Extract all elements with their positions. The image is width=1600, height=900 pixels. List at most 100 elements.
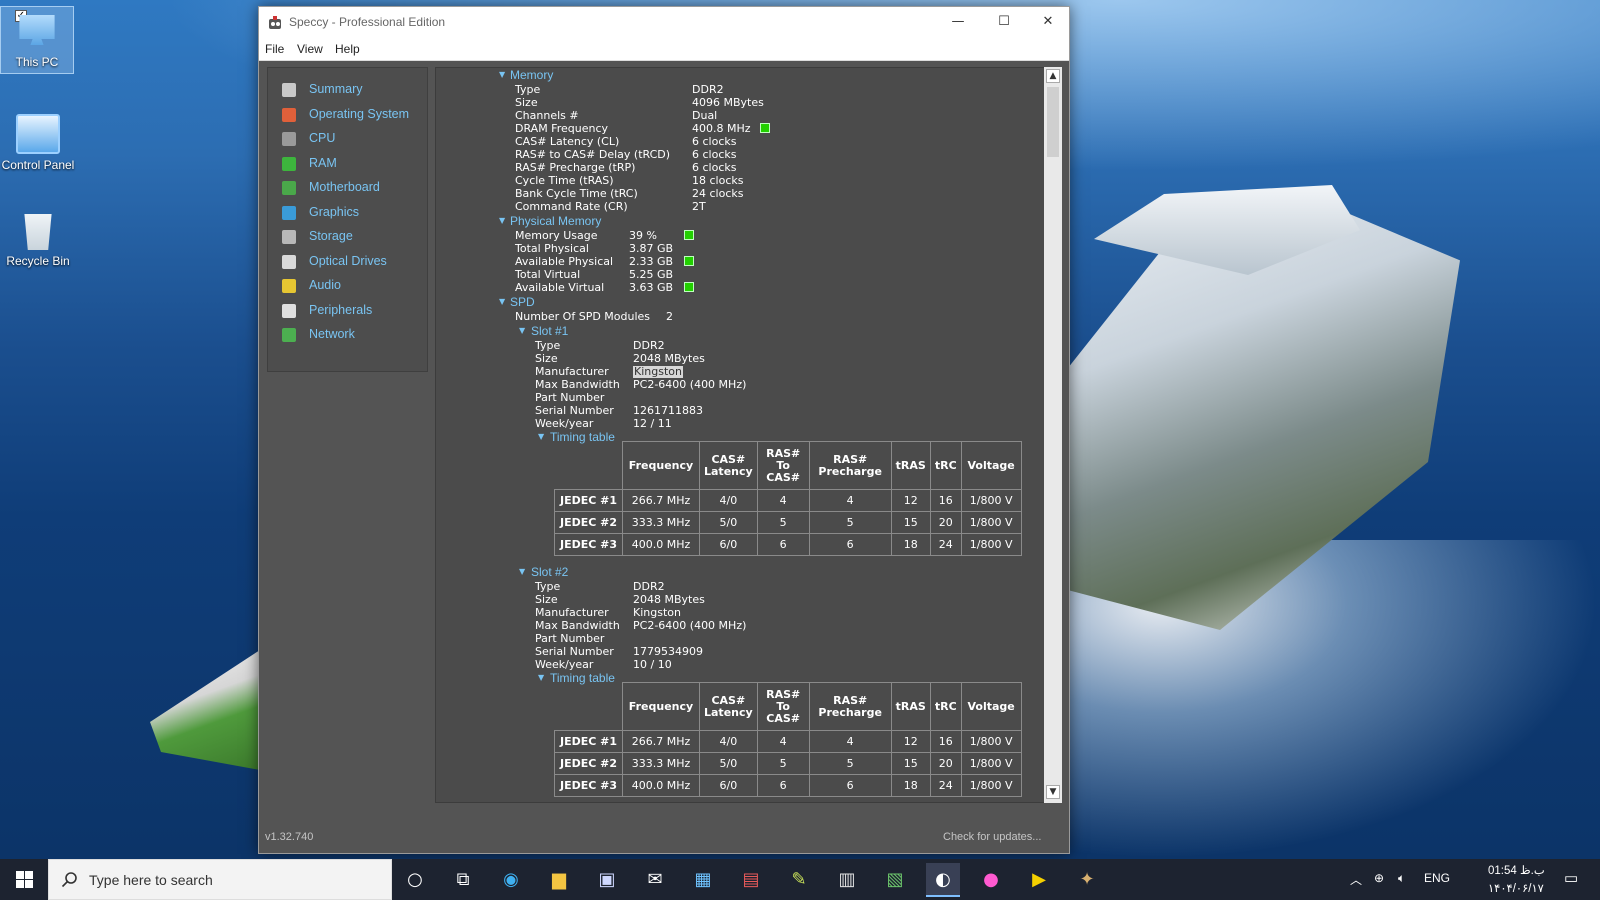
table-cell: 4 bbox=[756, 489, 810, 512]
media-player-icon[interactable]: ▶ bbox=[1022, 863, 1056, 897]
status-indicator-icon bbox=[684, 282, 694, 292]
table-cell: 4 bbox=[808, 730, 892, 753]
desktop-icon-this-pc[interactable]: ✓ This PC bbox=[0, 6, 74, 74]
file-explorer-icon[interactable]: ▆ bbox=[542, 863, 576, 897]
show-hidden-icons-chevron-icon[interactable]: ︿ bbox=[1350, 871, 1362, 888]
menu-file[interactable]: File bbox=[265, 42, 284, 56]
sidebar-item-peripherals[interactable]: Peripherals bbox=[282, 301, 432, 321]
windows-icon bbox=[282, 108, 296, 122]
notification-center-icon[interactable]: ▭ bbox=[1564, 869, 1578, 887]
scroll-thumb[interactable] bbox=[1047, 87, 1059, 157]
section-heading-memory[interactable]: Memory bbox=[510, 69, 553, 81]
memory-row-label: DRAM Frequency bbox=[515, 122, 609, 135]
memory-row-value: Dual bbox=[692, 109, 718, 122]
table-cell: 1/800 V bbox=[960, 489, 1022, 512]
slot-row-value: 2048 MBytes bbox=[633, 593, 705, 606]
extra-app-icon[interactable]: ✦ bbox=[1070, 863, 1104, 897]
sidebar-item-audio[interactable]: Audio bbox=[282, 276, 432, 296]
sidebar-item-motherboard[interactable]: Motherboard bbox=[282, 178, 432, 198]
language-indicator[interactable]: ENG bbox=[1424, 871, 1450, 885]
taskbar-search-box[interactable]: Type here to search bbox=[48, 859, 392, 900]
slot-row-value: DDR2 bbox=[633, 580, 665, 593]
memory-row-value: 24 clocks bbox=[692, 187, 744, 200]
collapse-arrow-icon[interactable]: ▼ bbox=[519, 326, 525, 335]
sidebar-item-graphics[interactable]: Graphics bbox=[282, 203, 432, 223]
volume-icon[interactable]: 🔈︎ bbox=[1398, 871, 1405, 886]
slot-heading[interactable]: Slot #2 bbox=[531, 566, 568, 578]
sidebar-item-ram[interactable]: RAM bbox=[282, 154, 432, 174]
minimize-button[interactable]: — bbox=[935, 7, 981, 37]
sidebar-item-cpu[interactable]: CPU bbox=[282, 129, 432, 149]
sidebar-item-summary[interactable]: Summary bbox=[282, 80, 432, 100]
timing-table: Frequency CAS# Latency RAS# To CAS# RAS# Pr… bbox=[554, 441, 1022, 556]
memory-row-label: Bank Cycle Time (tRC) bbox=[515, 187, 638, 200]
globe-network-icon[interactable]: ⊕ bbox=[1374, 871, 1384, 885]
section-heading-physical-memory[interactable]: Physical Memory bbox=[510, 215, 601, 227]
table-header: RAS# Precharge bbox=[808, 682, 892, 731]
vertical-scrollbar[interactable]: ▲ ▼ bbox=[1044, 67, 1062, 803]
computer-icon bbox=[19, 15, 55, 45]
section-heading-spd[interactable]: SPD bbox=[510, 296, 535, 308]
menu-view[interactable]: View bbox=[297, 42, 323, 56]
slot-heading[interactable]: Slot #1 bbox=[531, 325, 568, 337]
microsoft-store-icon[interactable]: ▣ bbox=[590, 863, 624, 897]
table-cell: 20 bbox=[929, 511, 962, 534]
slot-row-label: Manufacturer bbox=[535, 365, 609, 378]
taskbar: Type here to search ○ ⧉ ◉ ▆ ▣ ✉ ▦ ▤ ✎ ▥ … bbox=[0, 859, 1600, 900]
image-app-icon[interactable]: ▤ bbox=[734, 863, 768, 897]
collapse-arrow-icon[interactable]: ▼ bbox=[538, 432, 544, 441]
table-corner bbox=[555, 442, 623, 490]
table-cell: 24 bbox=[929, 774, 962, 797]
speccy-taskbar-icon[interactable]: ◐ bbox=[926, 863, 960, 897]
scroll-down-arrow-icon[interactable]: ▼ bbox=[1046, 785, 1060, 799]
archive-app-icon[interactable]: ▥ bbox=[830, 863, 864, 897]
memory-row-label: Size bbox=[515, 96, 538, 109]
status-indicator-icon bbox=[760, 123, 770, 133]
slot-row-value[interactable]: Kingston bbox=[633, 366, 683, 378]
sidebar-item-storage[interactable]: Storage bbox=[282, 227, 432, 247]
desktop-icon-recycle-bin[interactable]: Recycle Bin bbox=[0, 210, 78, 268]
mail-icon[interactable]: ✉ bbox=[638, 863, 672, 897]
network-app-icon[interactable]: ▧ bbox=[878, 863, 912, 897]
clock-time[interactable]: 01:54 ب.ظ bbox=[1488, 863, 1545, 877]
collapse-arrow-icon[interactable]: ▼ bbox=[538, 673, 544, 682]
table-header: tRAS bbox=[890, 682, 931, 731]
desktop-icon-control-panel[interactable]: Control Panel bbox=[0, 114, 78, 172]
sidebar-item-operating-system[interactable]: Operating System bbox=[282, 105, 432, 125]
slot-row-label: Serial Number bbox=[535, 645, 614, 658]
collapse-arrow-icon[interactable]: ▼ bbox=[519, 567, 525, 576]
status-bar: v1.32.740 Check for updates... bbox=[259, 819, 1069, 853]
cortana-icon[interactable]: ○ bbox=[398, 863, 432, 897]
desktop-icon-label: Control Panel bbox=[1, 158, 75, 172]
maximize-button[interactable]: ☐ bbox=[981, 7, 1027, 37]
table-cell: 16 bbox=[929, 730, 962, 753]
physical-memory-row-label: Available Virtual bbox=[515, 281, 605, 294]
slot-row-label: Type bbox=[535, 339, 561, 352]
close-button[interactable]: ✕ bbox=[1025, 7, 1071, 37]
memory-row-label: Channels # bbox=[515, 109, 579, 122]
task-view-icon[interactable]: ⧉ bbox=[446, 863, 480, 897]
memory-row-value: 4096 MBytes bbox=[692, 96, 764, 109]
collapse-arrow-icon[interactable]: ▼ bbox=[499, 297, 505, 306]
table-cell: 4/0 bbox=[699, 489, 758, 512]
slot-row-value: 1261711883 bbox=[633, 404, 703, 417]
calculator-app-icon[interactable]: ▦ bbox=[686, 863, 720, 897]
check-for-updates-link[interactable]: Check for updates... bbox=[943, 831, 1041, 843]
memory-row-label: RAS# to CAS# Delay (tRCD) bbox=[515, 148, 671, 161]
collapse-arrow-icon[interactable]: ▼ bbox=[499, 216, 505, 225]
menu-help[interactable]: Help bbox=[335, 42, 360, 56]
tools-app-icon[interactable]: ✎ bbox=[782, 863, 816, 897]
cpu-icon bbox=[282, 132, 296, 146]
edge-browser-icon[interactable]: ◉ bbox=[494, 863, 528, 897]
status-indicator-icon bbox=[684, 230, 694, 240]
physical-memory-row-label: Total Virtual bbox=[515, 268, 581, 281]
table-cell: 5 bbox=[756, 511, 810, 534]
start-button[interactable] bbox=[0, 859, 48, 900]
sidebar-item-optical-drives[interactable]: Optical Drives bbox=[282, 252, 432, 272]
paint-app-icon[interactable]: ● bbox=[974, 863, 1008, 897]
title-bar[interactable]: Speccy - Professional Edition — ☐ ✕ bbox=[259, 7, 1069, 39]
collapse-arrow-icon[interactable]: ▼ bbox=[499, 70, 505, 79]
scroll-up-arrow-icon[interactable]: ▲ bbox=[1046, 69, 1060, 83]
sidebar-item-network[interactable]: Network bbox=[282, 325, 432, 345]
clock-date[interactable]: ۱۴۰۴/۰۶/۱۷ bbox=[1488, 881, 1544, 895]
